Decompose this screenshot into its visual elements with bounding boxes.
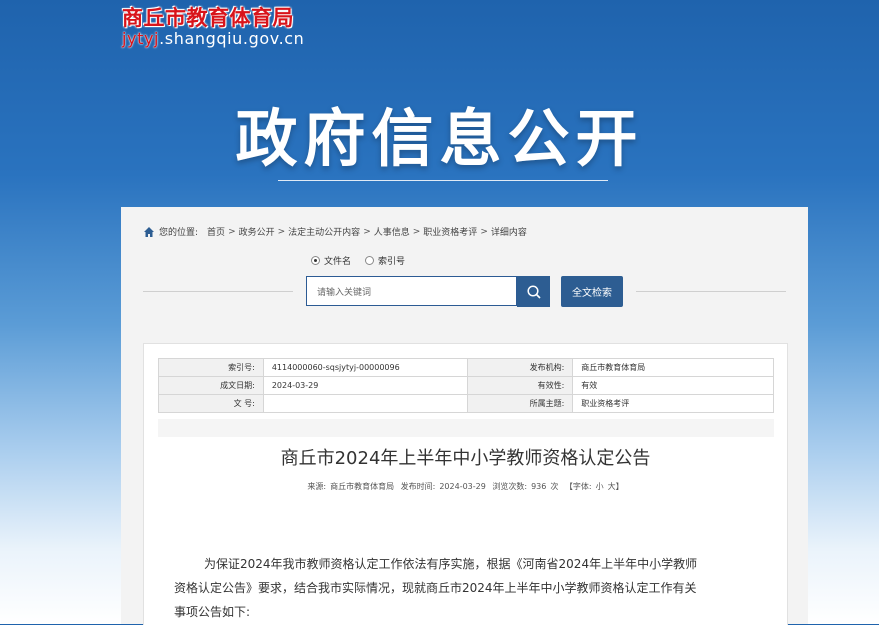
site-domain-rest: .shangqiu.gov.cn <box>159 29 305 48</box>
radio-filename-dot[interactable] <box>311 256 320 265</box>
article-info: 来源: 商丘市教育体育局 发布时间: 2024-03-29 浏览次数: 936 次 【字… <box>144 481 787 492</box>
breadcrumb: 您的位置: 首页 > 政务公开 > 法定主动公开内容 > 人事信息 > 职业资格… <box>143 225 527 238</box>
radio-index-label: 索引号 <box>378 257 406 267</box>
meta-topic-label: 所属主题: <box>467 394 574 413</box>
breadcrumb-separator: > <box>480 226 488 237</box>
search-divider-left <box>143 291 293 292</box>
meta-docno-label: 文 号: <box>158 394 264 413</box>
views-value: 936 <box>531 482 547 491</box>
font-small-button[interactable]: 小 <box>596 482 604 491</box>
article-title: 商丘市2024年上半年中小学教师资格认定公告 <box>280 448 651 469</box>
meta-row: 索引号: 4114000060-sqsjytyj-00000096 发布机构: … <box>158 358 774 377</box>
font-large-button[interactable]: 大】 <box>608 482 624 491</box>
meta-topic-value: 职业资格考评 <box>572 394 774 413</box>
search-divider-right <box>636 291 786 292</box>
search-type-options: 文件名 索引号 <box>311 254 405 267</box>
source-label: 来源: <box>307 482 327 491</box>
meta-docno-value <box>262 394 469 413</box>
meta-publisher-label: 发布机构: <box>467 358 574 377</box>
views-label: 浏览次数: <box>492 482 528 491</box>
radio-filename-label: 文件名 <box>324 257 352 267</box>
article-body: 为保证2024年我市教师资格认定工作依法有序实施，根据《河南省2024年上半年中… <box>174 552 764 624</box>
meta-row: 文 号: 所属主题: 职业资格考评 <box>158 394 774 413</box>
meta-validity-value: 有效 <box>572 376 774 395</box>
radio-index-dot[interactable] <box>365 256 375 265</box>
radio-filename[interactable]: 文件名 <box>311 254 351 267</box>
breadcrumb-statutory[interactable]: 法定主动公开内容 <box>288 225 360 238</box>
site-domain-red: jytyj <box>122 29 160 48</box>
body-line: 资格认定公告》要求，结合我市实际情况，现就商丘市2024年上半年中小学教师资格认… <box>174 581 697 595</box>
search-button[interactable] <box>517 276 550 307</box>
source-value: 商丘市教育体育局 <box>330 482 395 491</box>
radio-index[interactable]: 索引号 <box>365 254 405 267</box>
hero-divider <box>278 180 608 181</box>
hero-title: 政府信息公开 <box>235 102 644 175</box>
search-input[interactable]: 请输入关键词 <box>306 276 517 306</box>
meta-row: 成文日期: 2024-03-29 有效性: 有效 <box>158 376 774 395</box>
views-unit: 次 <box>550 482 559 491</box>
meta-table-footer <box>158 419 774 437</box>
meta-index-label: 索引号: <box>158 358 264 377</box>
document-card: 索引号: 4114000060-sqsjytyj-00000096 发布机构: … <box>143 343 788 625</box>
home-icon <box>144 226 154 237</box>
fulltext-search-button[interactable]: 全文检索 <box>561 276 623 307</box>
body-line: 事项公告如下: <box>174 605 251 619</box>
breadcrumb-qualification[interactable]: 职业资格考评 <box>423 225 477 238</box>
search-icon <box>526 284 541 299</box>
breadcrumb-separator: > <box>277 226 286 237</box>
publish-time-label: 发布时间: <box>400 482 436 491</box>
meta-validity-label: 有效性: <box>467 376 574 395</box>
breadcrumb-home[interactable]: 首页 <box>207 225 225 238</box>
content-panel: 您的位置: 首页 > 政务公开 > 法定主动公开内容 > 人事信息 > 职业资格… <box>121 207 808 625</box>
font-size-label: 【字体: <box>564 482 592 491</box>
site-domain: jytyj.shangqiu.gov.cn <box>122 30 304 48</box>
breadcrumb-separator: > <box>363 226 371 237</box>
body-line: 为保证2024年我市教师资格认定工作依法有序实施，根据《河南省2024年上半年中… <box>204 557 698 571</box>
site-logo[interactable]: 商丘市教育体育局 jytyj.shangqiu.gov.cn <box>122 6 304 48</box>
breadcrumb-detail: 详细内容 <box>490 228 527 238</box>
breadcrumb-personnel[interactable]: 人事信息 <box>374 225 410 238</box>
breadcrumb-gov-affairs[interactable]: 政务公开 <box>239 225 275 238</box>
publish-time-value: 2024-03-29 <box>439 482 486 491</box>
meta-index-value: 4114000060-sqsjytyj-00000096 <box>262 358 469 377</box>
document-meta-table: 索引号: 4114000060-sqsjytyj-00000096 发布机构: … <box>158 358 774 413</box>
meta-date-label: 成文日期: <box>158 376 264 395</box>
breadcrumb-separator: > <box>228 226 236 237</box>
breadcrumb-separator: > <box>412 226 421 237</box>
site-name: 商丘市教育体育局 <box>122 6 294 30</box>
meta-date-value: 2024-03-29 <box>262 376 469 395</box>
breadcrumb-prefix: 您的位置: <box>159 228 199 238</box>
meta-publisher-value: 商丘市教育体育局 <box>572 358 774 377</box>
